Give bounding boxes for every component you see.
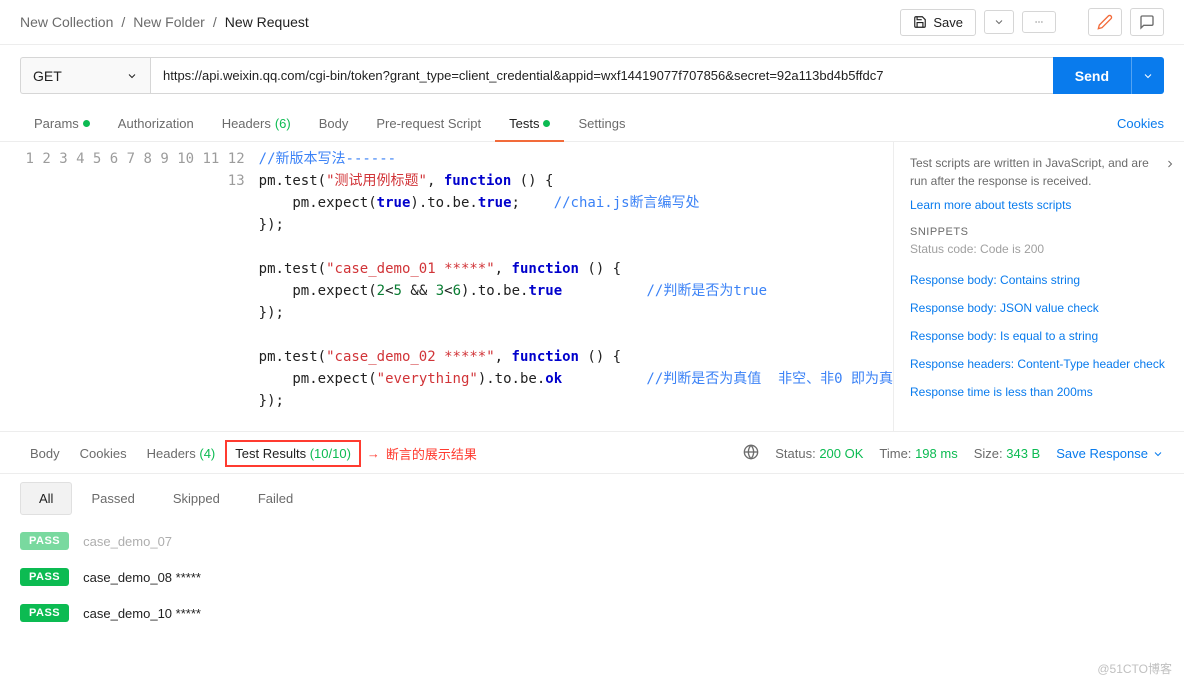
response-tab-cookies[interactable]: Cookies (70, 440, 137, 467)
snippet-item[interactable]: Response time is less than 200ms (910, 378, 1168, 406)
snippet-item[interactable]: Response body: Is equal to a string (910, 322, 1168, 350)
status-dot-icon (83, 120, 90, 127)
watermark: @51CTO博客 (1097, 660, 1172, 677)
save-response-button[interactable]: Save Response (1056, 446, 1164, 461)
tab-body[interactable]: Body (305, 106, 363, 141)
tab-headers[interactable]: Headers (6) (208, 106, 305, 141)
cookies-link[interactable]: Cookies (1117, 106, 1164, 141)
more-options-button[interactable] (1022, 11, 1056, 33)
breadcrumb: New Collection / New Folder / New Reques… (20, 14, 900, 30)
test-name: case_demo_08 ***** (83, 570, 201, 585)
time-label: Time: 198 ms (879, 446, 957, 461)
breadcrumb-current: New Request (225, 14, 309, 30)
test-result-row: PASS case_demo_07 (20, 523, 1164, 559)
tab-params[interactable]: Params (20, 106, 104, 141)
tab-settings[interactable]: Settings (564, 106, 639, 141)
help-text: Test scripts are written in JavaScript, … (910, 154, 1168, 190)
snippet-item[interactable]: Response body: JSON value check (910, 294, 1168, 322)
help-panel: Test scripts are written in JavaScript, … (894, 142, 1184, 431)
snippet-item[interactable]: Status code: Code is 200 (910, 242, 1168, 256)
test-result-row: PASS case_demo_10 ***** (20, 595, 1164, 631)
breadcrumb-sep: / (121, 14, 125, 30)
dots-icon (1031, 17, 1047, 27)
chevron-down-icon (1152, 448, 1164, 460)
snippets-header: SNIPPETS (910, 226, 1168, 238)
breadcrumb-item[interactable]: New Folder (133, 14, 205, 30)
save-dropdown-button[interactable] (984, 10, 1014, 34)
tab-pre-request[interactable]: Pre-request Script (362, 106, 495, 141)
edit-button[interactable] (1088, 8, 1122, 36)
response-tab-body[interactable]: Body (20, 440, 70, 467)
tab-tests[interactable]: Tests (495, 106, 564, 141)
chevron-right-icon (1164, 158, 1176, 170)
response-tab-headers[interactable]: Headers (4) (137, 440, 226, 467)
method-select[interactable]: GET (20, 57, 150, 94)
status-label: Status: 200 OK (775, 446, 863, 461)
chevron-down-icon (126, 70, 138, 82)
filter-failed[interactable]: Failed (239, 482, 312, 515)
test-results-list: PASScase_demo_07PASScase_demo_08 *****PA… (0, 523, 1184, 631)
learn-more-link[interactable]: Learn more about tests scripts (910, 198, 1071, 212)
floppy-icon (913, 15, 927, 29)
pass-badge: PASS (20, 604, 69, 622)
annotation-label: 断言的展示结果 (386, 444, 477, 463)
globe-icon[interactable] (743, 444, 759, 463)
chevron-down-icon (1142, 70, 1154, 82)
tab-authorization[interactable]: Authorization (104, 106, 208, 141)
pencil-icon (1097, 14, 1113, 30)
comment-button[interactable] (1130, 8, 1164, 36)
filter-all[interactable]: All (20, 482, 72, 515)
line-gutter: 1 2 3 4 5 6 7 8 9 10 11 12 13 (12, 148, 259, 425)
filter-passed[interactable]: Passed (72, 482, 153, 515)
comment-icon (1139, 14, 1155, 30)
pass-badge: PASS (20, 568, 69, 586)
collapse-panel-button[interactable] (1164, 158, 1176, 173)
snippet-item[interactable]: Response body: Contains string (910, 266, 1168, 294)
send-button[interactable]: Send (1053, 57, 1131, 94)
test-name: case_demo_10 ***** (83, 606, 201, 621)
test-name: case_demo_07 (83, 534, 172, 549)
response-tab-test-results[interactable]: Test Results (10/10) (225, 440, 361, 467)
size-label: Size: 343 B (974, 446, 1041, 461)
breadcrumb-sep: / (213, 14, 217, 30)
breadcrumb-item[interactable]: New Collection (20, 14, 113, 30)
code-editor[interactable]: 1 2 3 4 5 6 7 8 9 10 11 12 13 //新版本写法---… (0, 142, 894, 431)
chevron-down-icon (993, 16, 1005, 28)
test-result-row: PASS case_demo_08 ***** (20, 559, 1164, 595)
pass-badge: PASS (20, 532, 69, 550)
filter-skipped[interactable]: Skipped (154, 482, 239, 515)
send-dropdown-button[interactable] (1131, 57, 1164, 94)
annotation-arrow-icon: → (367, 446, 380, 461)
snippet-item[interactable]: Response headers: Content-Type header ch… (910, 350, 1168, 378)
save-button[interactable]: Save (900, 9, 976, 36)
status-dot-icon (543, 120, 550, 127)
url-input[interactable] (150, 57, 1053, 94)
